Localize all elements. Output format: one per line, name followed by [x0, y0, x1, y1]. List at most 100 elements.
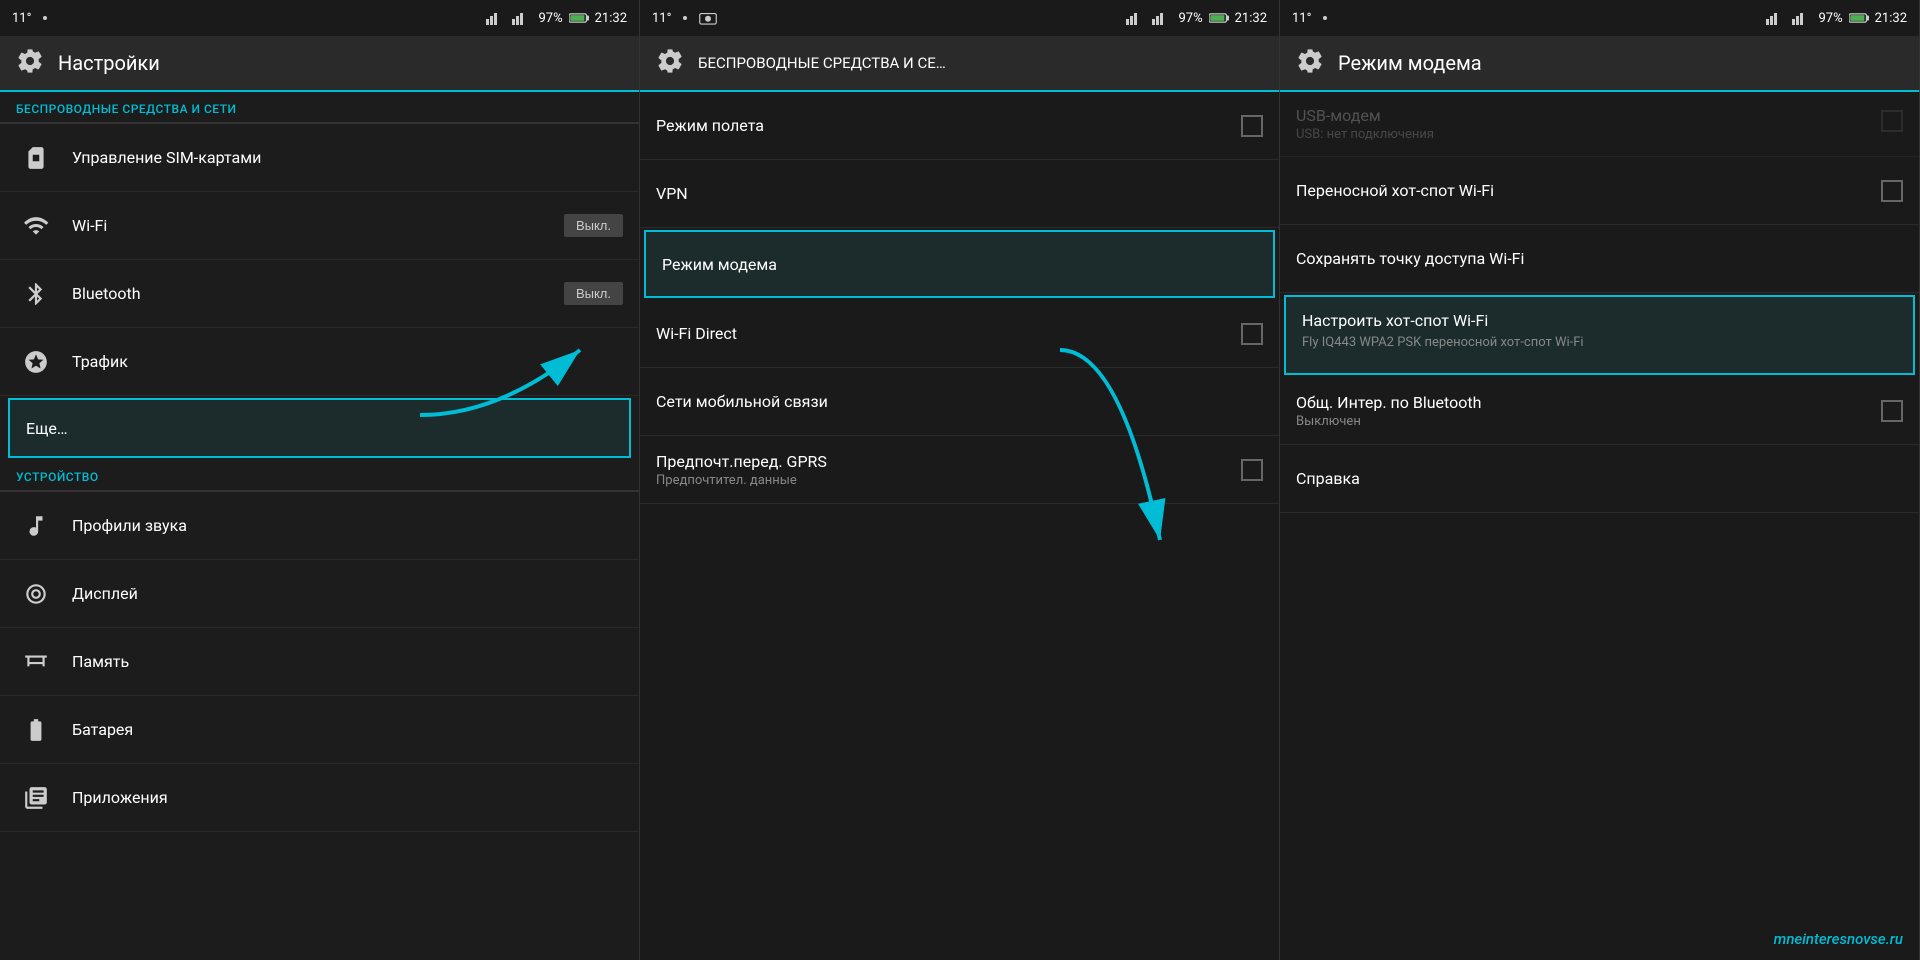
sim-icon	[16, 138, 56, 178]
status-left-2: 11°	[652, 10, 717, 26]
gprs-checkbox[interactable]	[1241, 459, 1263, 481]
airplane-checkbox[interactable]	[1241, 115, 1263, 137]
status-bar-2: 11° 97% 21:32	[640, 0, 1279, 36]
battery-text: Батарея	[72, 720, 623, 739]
bt-share-checkbox[interactable]	[1881, 400, 1903, 422]
configure-item[interactable]: Настроить хот-спот Wi-Fi Fly IQ443 WPA2 …	[1284, 295, 1915, 375]
wifi-toggle[interactable]: Выкл.	[564, 214, 623, 237]
modem-item[interactable]: Режим модема	[644, 230, 1275, 298]
section-device-header: УСТРОЙСТВО	[0, 460, 639, 491]
gprs-subtitle: Предпочтител. данные	[656, 473, 1241, 488]
usb-title: USB-модем	[1296, 106, 1434, 125]
wifi-item[interactable]: Wi-Fi Выкл.	[0, 192, 639, 260]
traffic-text: Трафик	[72, 352, 623, 371]
wifidirect-text: Wi-Fi Direct	[656, 324, 1241, 343]
bluetooth-icon	[16, 274, 56, 314]
sound-title: Профили звука	[72, 516, 623, 535]
display-text: Дисплей	[72, 584, 623, 603]
mobile-item[interactable]: Сети мобильной связи	[640, 368, 1279, 436]
bt-share-item[interactable]: Общ. Интер. по Bluetooth Выключен	[1280, 377, 1919, 445]
gps-icon-3	[1317, 10, 1333, 26]
wifidirect-checkbox[interactable]	[1241, 323, 1263, 345]
settings-icon-1	[16, 47, 44, 79]
wifidirect-item[interactable]: Wi-Fi Direct	[640, 300, 1279, 368]
status-bar-1: 11° 97% 21:32	[0, 0, 639, 36]
wifi-title: Wi-Fi	[72, 216, 564, 235]
airplane-item[interactable]: Режим полета	[640, 92, 1279, 160]
page-title-1: Настройки	[58, 51, 160, 75]
memory-item[interactable]: Память	[0, 628, 639, 696]
save-item[interactable]: Сохранять точку доступа Wi-Fi	[1280, 225, 1919, 293]
help-item[interactable]: Справка	[1280, 445, 1919, 513]
more-text: Еще…	[26, 419, 613, 438]
mobile-text: Сети мобильной связи	[656, 392, 1263, 411]
battery-icon-2	[1209, 12, 1229, 24]
wifidirect-title: Wi-Fi Direct	[656, 324, 1241, 343]
bluetooth-item[interactable]: Bluetooth Выкл.	[0, 260, 639, 328]
bt-share-text: Общ. Интер. по Bluetooth Выключен	[1296, 393, 1481, 429]
battery-label-3: 97%	[1818, 11, 1842, 26]
display-item[interactable]: Дисплей	[0, 560, 639, 628]
signal-icon-2b	[1152, 11, 1172, 25]
temp-label-2: 11°	[652, 11, 671, 26]
more-item[interactable]: Еще…	[8, 398, 631, 458]
apps-icon	[16, 778, 56, 818]
time-label-3: 21:32	[1875, 11, 1907, 26]
panel-modem: 11° 97% 21:32	[1280, 0, 1920, 960]
action-bar-1: Настройки	[0, 36, 639, 92]
memory-title: Память	[72, 652, 623, 671]
page-title-2: БЕСПРОВОДНЫЕ СРЕДСТВА И СЕ…	[698, 54, 946, 72]
bt-share-subtitle: Выключен	[1296, 414, 1481, 429]
photo-icon-2	[699, 11, 717, 25]
sound-icon	[16, 506, 56, 546]
time-label-2: 21:32	[1235, 11, 1267, 26]
battery-label-1: 97%	[538, 11, 562, 26]
section-wireless-header: БЕСПРОВОДНЫЕ СРЕДСТВА И СЕТИ	[0, 92, 639, 123]
status-left-3: 11°	[1292, 10, 1333, 26]
mobile-title: Сети мобильной связи	[656, 392, 1263, 411]
usb-item-text: USB-модем USB: нет подключения	[1296, 106, 1434, 142]
traffic-item[interactable]: Трафик	[0, 328, 639, 396]
gps-icon-1	[37, 10, 53, 26]
status-left-1: 11°	[12, 10, 53, 26]
sim-item[interactable]: Управление SIM-картами	[0, 124, 639, 192]
modem-title: Режим модема	[662, 255, 1257, 274]
vpn-item[interactable]: VPN	[640, 160, 1279, 228]
panel-wireless: 11° 97% 21:32	[640, 0, 1280, 960]
bluetooth-toggle[interactable]: Выкл.	[564, 282, 623, 305]
memory-icon	[16, 642, 56, 682]
bt-share-row: Общ. Интер. по Bluetooth Выключен	[1296, 393, 1903, 429]
wifi-text: Wi-Fi	[72, 216, 564, 235]
signal-icon-1	[486, 11, 506, 25]
bt-share-title: Общ. Интер. по Bluetooth	[1296, 393, 1481, 412]
sound-text: Профили звука	[72, 516, 623, 535]
usb-item[interactable]: USB-модем USB: нет подключения	[1280, 92, 1919, 157]
hotspot-title: Переносной хот-спот Wi-Fi	[1296, 181, 1881, 200]
hotspot-text: Переносной хот-спот Wi-Fi	[1296, 181, 1881, 200]
panel-settings: 11° 97% 21:32	[0, 0, 640, 960]
gprs-item[interactable]: Предпочт.перед. GPRS Предпочтител. данны…	[640, 436, 1279, 504]
more-title: Еще…	[26, 419, 613, 438]
configure-row: Настроить хот-спот Wi-Fi Fly IQ443 WPA2 …	[1302, 311, 1897, 352]
configure-item-text: Настроить хот-спот Wi-Fi Fly IQ443 WPA2 …	[1302, 311, 1897, 352]
save-title: Сохранять точку доступа Wi-Fi	[1296, 249, 1903, 268]
battery-item[interactable]: Батарея	[0, 696, 639, 764]
settings-icon-2	[656, 47, 684, 79]
battery-icon-1	[569, 12, 589, 24]
hotspot-checkbox[interactable]	[1881, 180, 1903, 202]
traffic-icon	[16, 342, 56, 382]
page-title-3: Режим модема	[1338, 51, 1482, 75]
apps-item[interactable]: Приложения	[0, 764, 639, 832]
usb-checkbox[interactable]	[1881, 110, 1903, 132]
action-bar-2: БЕСПРОВОДНЫЕ СРЕДСТВА И СЕ…	[640, 36, 1279, 92]
traffic-title: Трафик	[72, 352, 623, 371]
sound-item[interactable]: Профили звука	[0, 492, 639, 560]
apps-title: Приложения	[72, 788, 623, 807]
vpn-title: VPN	[656, 184, 1263, 203]
configure-title: Настроить хот-спот Wi-Fi	[1302, 311, 1897, 330]
settings-icon-3	[1296, 47, 1324, 79]
memory-text: Память	[72, 652, 623, 671]
bluetooth-title: Bluetooth	[72, 284, 564, 303]
hotspot-item[interactable]: Переносной хот-спот Wi-Fi	[1280, 157, 1919, 225]
airplane-title: Режим полета	[656, 116, 1241, 135]
